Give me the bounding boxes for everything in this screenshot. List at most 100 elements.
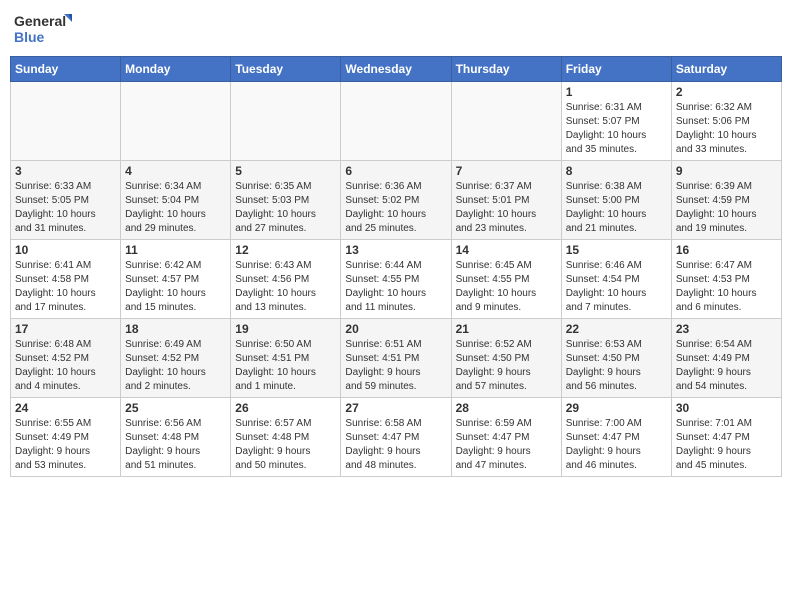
calendar-cell: 17Sunrise: 6:48 AMSunset: 4:52 PMDayligh…: [11, 319, 121, 398]
day-info: Sunrise: 6:51 AMSunset: 4:51 PMDaylight:…: [345, 338, 446, 394]
day-info: Sunrise: 6:54 AMSunset: 4:49 PMDaylight:…: [676, 338, 777, 394]
day-info: Sunrise: 6:43 AMSunset: 4:56 PMDaylight:…: [235, 259, 336, 315]
day-number: 24: [15, 401, 116, 415]
calendar-cell: 7 Sunrise: 6:37 AMSunset: 5:01 PMDaylight…: [451, 161, 561, 240]
calendar-cell: 4 Sunrise: 6:34 AMSunset: 5:04 PMDaylight…: [121, 161, 231, 240]
calendar-cell: 19 Sunrise: 6:50 AMSunset: 4:51 PMDayligh…: [231, 319, 341, 398]
calendar-day-header: Saturday: [671, 57, 781, 82]
day-number: 16: [676, 243, 777, 257]
day-info: Sunrise: 7:00 AMSunset: 4:47 PMDaylight:…: [566, 417, 667, 473]
day-info: Sunrise: 6:48 AMSunset: 4:52 PMDaylight:…: [15, 338, 116, 394]
calendar-table: SundayMondayTuesdayWednesdayThursdayFrid…: [10, 56, 782, 477]
day-info: Sunrise: 6:32 AMSunset: 5:06 PMDaylight:…: [676, 101, 777, 157]
day-info: Sunrise: 6:45 AMSunset: 4:55 PMDaylight:…: [456, 259, 557, 315]
day-info: Sunrise: 6:42 AMSunset: 4:57 PMDaylight:…: [125, 259, 226, 315]
day-info: Sunrise: 6:49 AMSunset: 4:52 PMDaylight:…: [125, 338, 226, 394]
calendar-cell: 2 Sunrise: 6:32 AMSunset: 5:06 PMDaylight…: [671, 82, 781, 161]
day-info: Sunrise: 6:52 AMSunset: 4:50 PMDaylight:…: [456, 338, 557, 394]
day-info: Sunrise: 6:58 AMSunset: 4:47 PMDaylight:…: [345, 417, 446, 473]
day-number: 1: [566, 85, 667, 99]
calendar-cell: [231, 82, 341, 161]
day-number: 13: [345, 243, 446, 257]
day-info: Sunrise: 6:34 AMSunset: 5:04 PMDaylight:…: [125, 180, 226, 236]
calendar-week-row: 3 Sunrise: 6:33 AMSunset: 5:05 PMDaylight…: [11, 161, 782, 240]
day-number: 20: [345, 322, 446, 336]
calendar-day-header: Monday: [121, 57, 231, 82]
day-number: 4: [125, 164, 226, 178]
day-info: Sunrise: 6:44 AMSunset: 4:55 PMDaylight:…: [345, 259, 446, 315]
day-number: 5: [235, 164, 336, 178]
day-number: 21: [456, 322, 557, 336]
calendar-day-header: Sunday: [11, 57, 121, 82]
calendar-week-row: 17Sunrise: 6:48 AMSunset: 4:52 PMDayligh…: [11, 319, 782, 398]
page-header: General Blue: [10, 10, 782, 48]
day-info: Sunrise: 6:53 AMSunset: 4:50 PMDaylight:…: [566, 338, 667, 394]
day-number: 7: [456, 164, 557, 178]
day-number: 11: [125, 243, 226, 257]
day-number: 27: [345, 401, 446, 415]
calendar-header-row: SundayMondayTuesdayWednesdayThursdayFrid…: [11, 57, 782, 82]
calendar-cell: 28Sunrise: 6:59 AMSunset: 4:47 PMDayligh…: [451, 398, 561, 477]
day-info: Sunrise: 6:57 AMSunset: 4:48 PMDaylight:…: [235, 417, 336, 473]
calendar-cell: [341, 82, 451, 161]
calendar-cell: 5Sunrise: 6:35 AMSunset: 5:03 PMDaylight…: [231, 161, 341, 240]
day-info: Sunrise: 6:50 AMSunset: 4:51 PMDaylight:…: [235, 338, 336, 394]
calendar-cell: 23 Sunrise: 6:54 AMSunset: 4:49 PMDayligh…: [671, 319, 781, 398]
day-info: Sunrise: 6:38 AMSunset: 5:00 PMDaylight:…: [566, 180, 667, 236]
day-number: 6: [345, 164, 446, 178]
calendar-cell: 8 Sunrise: 6:38 AMSunset: 5:00 PMDaylight…: [561, 161, 671, 240]
calendar-cell: 1 Sunrise: 6:31 AMSunset: 5:07 PMDaylight…: [561, 82, 671, 161]
calendar-cell: 6 Sunrise: 6:36 AMSunset: 5:02 PMDaylight…: [341, 161, 451, 240]
calendar-day-header: Thursday: [451, 57, 561, 82]
day-number: 2: [676, 85, 777, 99]
calendar-day-header: Friday: [561, 57, 671, 82]
svg-text:General: General: [14, 13, 66, 29]
day-number: 12: [235, 243, 336, 257]
day-number: 15: [566, 243, 667, 257]
calendar-cell: 12 Sunrise: 6:43 AMSunset: 4:56 PMDayligh…: [231, 240, 341, 319]
day-number: 3: [15, 164, 116, 178]
calendar-cell: 3 Sunrise: 6:33 AMSunset: 5:05 PMDaylight…: [11, 161, 121, 240]
calendar-cell: 27 Sunrise: 6:58 AMSunset: 4:47 PMDayligh…: [341, 398, 451, 477]
calendar-cell: 16 Sunrise: 6:47 AMSunset: 4:53 PMDayligh…: [671, 240, 781, 319]
calendar-day-header: Tuesday: [231, 57, 341, 82]
calendar-cell: 15 Sunrise: 6:46 AMSunset: 4:54 PMDayligh…: [561, 240, 671, 319]
calendar-day-header: Wednesday: [341, 57, 451, 82]
calendar-cell: [121, 82, 231, 161]
day-number: 26: [235, 401, 336, 415]
day-info: Sunrise: 6:36 AMSunset: 5:02 PMDaylight:…: [345, 180, 446, 236]
calendar-cell: [11, 82, 121, 161]
logo-svg: General Blue: [14, 10, 74, 48]
calendar-cell: 26 Sunrise: 6:57 AMSunset: 4:48 PMDayligh…: [231, 398, 341, 477]
day-info: Sunrise: 6:31 AMSunset: 5:07 PMDaylight:…: [566, 101, 667, 157]
day-info: Sunrise: 6:46 AMSunset: 4:54 PMDaylight:…: [566, 259, 667, 315]
calendar-cell: 9 Sunrise: 6:39 AMSunset: 4:59 PMDaylight…: [671, 161, 781, 240]
calendar-cell: [451, 82, 561, 161]
day-number: 30: [676, 401, 777, 415]
svg-text:Blue: Blue: [14, 29, 45, 45]
day-info: Sunrise: 7:01 AMSunset: 4:47 PMDaylight:…: [676, 417, 777, 473]
day-number: 23: [676, 322, 777, 336]
day-info: Sunrise: 6:33 AMSunset: 5:05 PMDaylight:…: [15, 180, 116, 236]
day-number: 22: [566, 322, 667, 336]
calendar-cell: 14Sunrise: 6:45 AMSunset: 4:55 PMDayligh…: [451, 240, 561, 319]
day-number: 8: [566, 164, 667, 178]
calendar-cell: 30 Sunrise: 7:01 AMSunset: 4:47 PMDayligh…: [671, 398, 781, 477]
calendar-week-row: 1 Sunrise: 6:31 AMSunset: 5:07 PMDaylight…: [11, 82, 782, 161]
calendar-cell: 11 Sunrise: 6:42 AMSunset: 4:57 PMDayligh…: [121, 240, 231, 319]
day-info: Sunrise: 6:39 AMSunset: 4:59 PMDaylight:…: [676, 180, 777, 236]
calendar-cell: 29 Sunrise: 7:00 AMSunset: 4:47 PMDayligh…: [561, 398, 671, 477]
day-number: 9: [676, 164, 777, 178]
calendar-week-row: 24Sunrise: 6:55 AMSunset: 4:49 PMDayligh…: [11, 398, 782, 477]
day-number: 29: [566, 401, 667, 415]
calendar-cell: 18Sunrise: 6:49 AMSunset: 4:52 PMDayligh…: [121, 319, 231, 398]
calendar-week-row: 10Sunrise: 6:41 AMSunset: 4:58 PMDayligh…: [11, 240, 782, 319]
day-number: 25: [125, 401, 226, 415]
calendar-cell: 20 Sunrise: 6:51 AMSunset: 4:51 PMDayligh…: [341, 319, 451, 398]
calendar-cell: 13 Sunrise: 6:44 AMSunset: 4:55 PMDayligh…: [341, 240, 451, 319]
day-info: Sunrise: 6:47 AMSunset: 4:53 PMDaylight:…: [676, 259, 777, 315]
day-info: Sunrise: 6:59 AMSunset: 4:47 PMDaylight:…: [456, 417, 557, 473]
calendar-cell: 22 Sunrise: 6:53 AMSunset: 4:50 PMDayligh…: [561, 319, 671, 398]
day-info: Sunrise: 6:37 AMSunset: 5:01 PMDaylight:…: [456, 180, 557, 236]
day-number: 19: [235, 322, 336, 336]
